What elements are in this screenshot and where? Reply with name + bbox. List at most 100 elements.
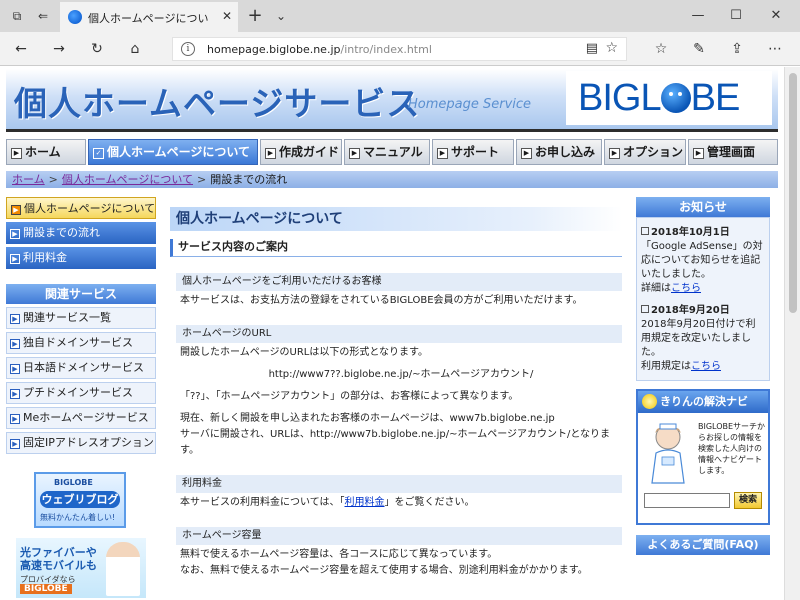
left-menu-flow[interactable]: ▶ 開設までの流れ [6, 222, 156, 244]
left-menu-about[interactable]: ▶ 個人ホームページについて [6, 197, 156, 219]
left-menu-label: 利用料金 [23, 251, 67, 264]
news-heading: お知らせ [636, 197, 770, 217]
arrow-icon: ▶ [693, 148, 704, 159]
fee-link[interactable]: 利用料金 [345, 497, 385, 508]
help-search-button[interactable]: 検索 [734, 492, 762, 509]
tab-close-icon[interactable]: ✕ [222, 9, 232, 23]
biglobe-logo[interactable]: BIGL BE [566, 71, 772, 125]
arrow-icon: ▶ [349, 148, 360, 159]
square-bullet-icon [641, 227, 649, 235]
gnav-support[interactable]: ▶ サポート [432, 139, 514, 165]
fiber-mobile-banner[interactable]: 光ファイバーや 高速モバイルも プロバイダなら BIGLOBE [16, 538, 146, 598]
gnav-option[interactable]: ▶ オプション [604, 139, 686, 165]
right-sidebar: お知らせ 2018年10月1日 「Google AdSense」の対応についてお… [636, 197, 770, 555]
arrow-icon: ▶ [10, 229, 20, 239]
webryblog-banner[interactable]: BIGLOBE ウェブリブログ 無料かんたん着しい! [34, 472, 126, 528]
arrow-icon: ▶ [437, 148, 448, 159]
section-text: 無料で使えるホームページ容量は、各コースに応じて異なっています。 [180, 549, 498, 560]
gnav-label: 作成ガイド [279, 145, 340, 159]
gnav-about[interactable]: ✓ 個人ホームページについて [88, 139, 258, 165]
section-text: サーバに開設され、URLは、http://www7b.biglobe.ne.jp… [180, 429, 611, 456]
left-menu-label: 個人ホームページについて [24, 202, 156, 215]
news-body: 「Google AdSense」の対応についてお知らせを追記いたしました。 詳細は… [641, 240, 765, 296]
reading-view-icon[interactable]: ▤ [586, 41, 598, 56]
arrow-icon: ▶ [10, 314, 20, 324]
browser-tab[interactable]: 個人ホームページについて： ✕ [60, 2, 238, 32]
news-text: 2018年9月20日付けで利用規定を改定いたしました。 [641, 319, 756, 358]
site-title[interactable]: 個人ホームページサービス [14, 77, 420, 125]
pen-icon[interactable]: ✎ [690, 40, 708, 58]
global-nav: ▶ ホーム ✓ 個人ホームページについて ▶ 作成ガイド ▶ マニュアル ▶ サポート ▶… [6, 139, 778, 165]
maximize-icon[interactable]: ☐ [726, 6, 746, 26]
check-icon: ✓ [93, 148, 104, 159]
news-body: 2018年9月20日付けで利用規定を改定いたしました。 利用規定はこちら [641, 318, 765, 374]
logo-text-pre: BIGL [578, 77, 662, 119]
related-item-domain[interactable]: ▶ 独自ドメインサービス [6, 332, 156, 354]
tab-actions-icon[interactable]: ⧉ [8, 7, 26, 25]
back-icon[interactable]: ← [12, 40, 30, 58]
url-field[interactable]: i homepage.biglobe.ne.jp/intro/index.htm… [172, 37, 627, 61]
arrow-icon: ▶ [609, 148, 620, 159]
related-label: 独自ドメインサービス [23, 336, 133, 349]
related-item-fixed-ip[interactable]: ▶ 固定IPアドレスオプション [6, 432, 156, 454]
breadcrumb-sep: > [48, 173, 58, 186]
gnav-manual[interactable]: ▶ マニュアル [344, 139, 430, 165]
lightbulb-icon [642, 394, 657, 409]
nurse-illustration [651, 423, 685, 484]
blog-banner-tagline: 無料かんたん着しい! [40, 513, 116, 522]
gnav-admin[interactable]: ▶ 管理画面 [688, 139, 778, 165]
address-bar-row: ← → ↻ ⌂ i homepage.biglobe.ne.jp/intro/i… [0, 32, 800, 66]
favorites-icon[interactable]: ☆ [652, 40, 670, 58]
left-menu-label: 開設までの流れ [23, 226, 100, 239]
related-item-petit-domain[interactable]: ▶ プチドメインサービス [6, 382, 156, 404]
minimize-icon[interactable]: — [688, 6, 708, 26]
news-link[interactable]: こちら [691, 361, 721, 372]
back-tabs-icon[interactable]: ⇐ [34, 7, 52, 25]
section-heading-url: ホームページのURL [176, 325, 622, 343]
related-item-jp-domain[interactable]: ▶ 日本語ドメインサービス [6, 357, 156, 379]
nav-divider [6, 129, 778, 132]
gnav-label: 管理画面 [707, 145, 756, 159]
gnav-home[interactable]: ▶ ホーム [6, 139, 86, 165]
help-search-input[interactable] [644, 493, 730, 508]
refresh-icon[interactable]: ↻ [88, 40, 106, 58]
vertical-scrollbar[interactable] [784, 67, 800, 600]
breadcrumb-current: 開設までの流れ [210, 173, 288, 186]
related-item-me-homepage[interactable]: ▶ Meホームページサービス [6, 407, 156, 429]
home-icon[interactable]: ⌂ [126, 40, 144, 58]
related-item-list[interactable]: ▶ 関連サービス一覧 [6, 307, 156, 329]
breadcrumb: ホーム > 個人ホームページについて > 開設までの流れ [6, 171, 778, 188]
favorite-star-icon[interactable]: ☆ [605, 40, 618, 56]
help-heading: きりんの解決ナビ [638, 391, 768, 413]
breadcrumb-parent[interactable]: 個人ホームページについて [62, 173, 193, 186]
section-body-eligibility: 本サービスは、お支払方法の登録をされているBIGLOBE会員の方がご利用いただけ… [180, 293, 622, 309]
arrow-icon: ▶ [10, 254, 20, 264]
related-label: プチドメインサービス [23, 386, 133, 399]
share-icon[interactable]: ⇪ [728, 40, 746, 58]
gnav-guide[interactable]: ▶ 作成ガイド [260, 139, 342, 165]
news-date: 2018年10月1日 [641, 226, 765, 240]
section-body-url: 開設したホームページのURLは以下の形式となります。 http://www7??… [180, 345, 622, 459]
scrollbar-thumb[interactable] [789, 73, 797, 313]
section-text: 「??」、「ホームページアカウント」の部分は、お客様によって異なります。 [180, 391, 519, 402]
help-description: BIGLOBEサーチからお探しの情報を検索した人向けの情報へナビゲートします。 [698, 422, 766, 475]
gnav-label: サポート [451, 145, 500, 159]
new-tab-button[interactable]: + [246, 7, 264, 25]
faq-heading[interactable]: よくあるご質問(FAQ) [636, 535, 770, 555]
info-icon[interactable]: i [181, 42, 195, 56]
page-subtitle: サービス内容のご案内 [170, 239, 622, 257]
web-page: 個人ホームページサービス Homepage Service BIGL BE ▶ ホー… [0, 67, 784, 600]
arrow-icon: ▶ [265, 148, 276, 159]
gnav-apply[interactable]: ▶ お申し込み [516, 139, 602, 165]
breadcrumb-home[interactable]: ホーム [12, 173, 45, 186]
fiber-banner-brand: BIGLOBE [20, 584, 72, 594]
close-icon[interactable]: ✕ [766, 6, 786, 26]
news-link[interactable]: こちら [671, 283, 701, 294]
globe-logo-icon [660, 83, 691, 113]
forward-icon[interactable]: → [50, 40, 68, 58]
left-menu-fee[interactable]: ▶ 利用料金 [6, 247, 156, 269]
more-icon[interactable]: ⋯ [766, 40, 784, 58]
section-heading-capacity: ホームページ容量 [176, 527, 622, 545]
tab-title: 個人ホームページについて： [88, 12, 208, 25]
tab-menu-icon[interactable]: ⌄ [272, 7, 290, 25]
